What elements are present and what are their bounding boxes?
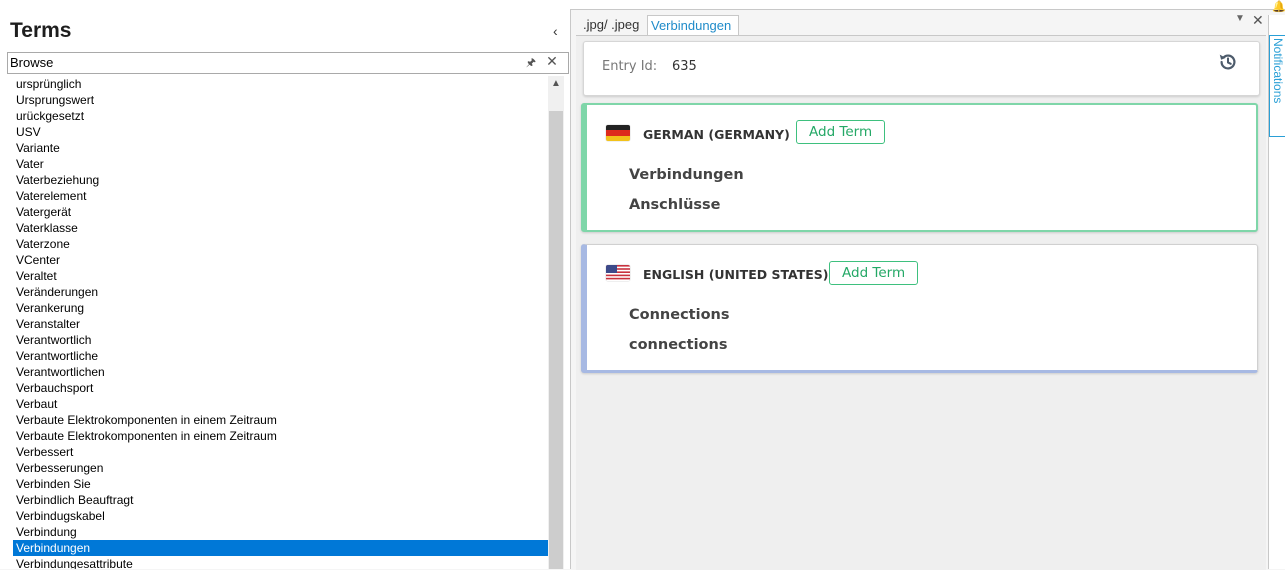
term-list-item[interactable]: Verbindlich Beauftragt bbox=[13, 492, 548, 508]
term-list-item[interactable]: Verbindugskabel bbox=[13, 508, 548, 524]
term-entry[interactable]: Anschlüsse bbox=[629, 197, 720, 213]
tab-jpg[interactable]: .jpg/ .jpeg bbox=[580, 15, 650, 35]
term-list: ursprünglich Ursprungswert urückgesetzt USV… bbox=[13, 76, 548, 569]
term-list-item[interactable]: Vaterbeziehung bbox=[13, 172, 548, 188]
term-list-item[interactable]: Verbaute Elektrokomponenten in einem Zei… bbox=[13, 428, 548, 444]
term-list-item[interactable]: Vaterelement bbox=[13, 188, 548, 204]
term-list-item[interactable]: Ursprungswert bbox=[13, 92, 548, 108]
term-list-item[interactable]: Veränderungen bbox=[13, 284, 548, 300]
term-list-item[interactable]: Verbindungen bbox=[13, 540, 548, 556]
term-list-item[interactable]: Vaterzone bbox=[13, 236, 548, 252]
tab-list-dropdown-icon[interactable]: ▼ bbox=[1235, 13, 1245, 24]
scroll-up-arrow-icon[interactable]: ▲ bbox=[548, 76, 564, 92]
entry-card: Entry Id: 635 bbox=[583, 41, 1260, 96]
add-term-button[interactable]: Add Term bbox=[829, 261, 919, 285]
term-list-item[interactable]: Verbindungesattribute bbox=[13, 556, 548, 569]
term-list-item[interactable]: ursprünglich bbox=[13, 76, 548, 92]
browse-input[interactable] bbox=[10, 54, 510, 71]
term-list-item[interactable]: VCenter bbox=[13, 252, 548, 268]
term-list-item[interactable]: Verankerung bbox=[13, 300, 548, 316]
term-list-item[interactable]: Vatergerät bbox=[13, 204, 548, 220]
term-entry[interactable]: Verbindungen bbox=[629, 167, 744, 183]
term-list-item[interactable]: Verbindung bbox=[13, 524, 548, 540]
entry-id-value: 635 bbox=[672, 59, 697, 74]
tab-verbindungen[interactable]: Verbindungen bbox=[647, 15, 739, 35]
panel-title: Terms bbox=[10, 19, 72, 42]
language-card-german: GERMAN (GERMANY) Add Term Verbindungen A… bbox=[581, 103, 1258, 232]
term-list-item[interactable]: Verantwortlich bbox=[13, 332, 548, 348]
bell-icon[interactable]: 🔔 bbox=[1272, 0, 1285, 13]
german-flag-icon bbox=[606, 125, 630, 141]
close-icon[interactable]: ✕ bbox=[545, 53, 559, 71]
term-list-item[interactable]: USV bbox=[13, 124, 548, 140]
add-term-button[interactable]: Add Term bbox=[796, 120, 886, 144]
term-entry[interactable]: Connections bbox=[629, 307, 730, 323]
term-entry[interactable]: connections bbox=[629, 337, 727, 353]
language-name: ENGLISH (UNITED STATES) bbox=[643, 267, 829, 282]
term-list-item[interactable]: Verbaute Elektrokomponenten in einem Zei… bbox=[13, 412, 548, 428]
term-list-item[interactable]: urückgesetzt bbox=[13, 108, 548, 124]
language-name: GERMAN (GERMANY) bbox=[643, 127, 790, 142]
term-list-item[interactable]: Verbinden Sie bbox=[13, 476, 548, 492]
us-flag-icon bbox=[606, 265, 630, 281]
close-tab-icon[interactable]: ✕ bbox=[1252, 12, 1264, 29]
term-list-item[interactable]: Vater bbox=[13, 156, 548, 172]
terms-panel: Terms ‹ 🖈 ✕ ursprünglichUrsprungswerturü… bbox=[0, 9, 571, 569]
term-list-item[interactable]: Veranstalter bbox=[13, 316, 548, 332]
history-icon[interactable] bbox=[1217, 51, 1239, 73]
language-card-english: ENGLISH (UNITED STATES) Add Term Connect… bbox=[581, 244, 1258, 373]
term-list-item[interactable]: Vaterklasse bbox=[13, 220, 548, 236]
browse-box: 🖈 ✕ bbox=[7, 52, 569, 74]
pin-icon[interactable]: 🖈 bbox=[524, 54, 538, 70]
term-list-item[interactable]: Variante bbox=[13, 140, 548, 156]
term-list-item[interactable]: Verbesserungen bbox=[13, 460, 548, 476]
entry-id-label: Entry Id: bbox=[602, 59, 658, 74]
scrollbar[interactable]: ▲ bbox=[548, 76, 564, 569]
term-list-item[interactable]: Verantwortlichen bbox=[13, 364, 548, 380]
collapse-panel-icon[interactable]: ‹ bbox=[553, 23, 558, 39]
notifications-tab[interactable]: Notifications bbox=[1269, 35, 1285, 137]
term-list-item[interactable]: Verantwortliche bbox=[13, 348, 548, 364]
notifications-sidebar: Notifications bbox=[1268, 15, 1285, 569]
term-list-item[interactable]: Veraltet bbox=[13, 268, 548, 284]
term-list-item[interactable]: Verbessert bbox=[13, 444, 548, 460]
notifications-label: Notifications bbox=[1271, 38, 1285, 104]
scroll-thumb[interactable] bbox=[549, 111, 563, 569]
term-list-item[interactable]: Verbauchsport bbox=[13, 380, 548, 396]
term-list-item[interactable]: Verbaut bbox=[13, 396, 548, 412]
